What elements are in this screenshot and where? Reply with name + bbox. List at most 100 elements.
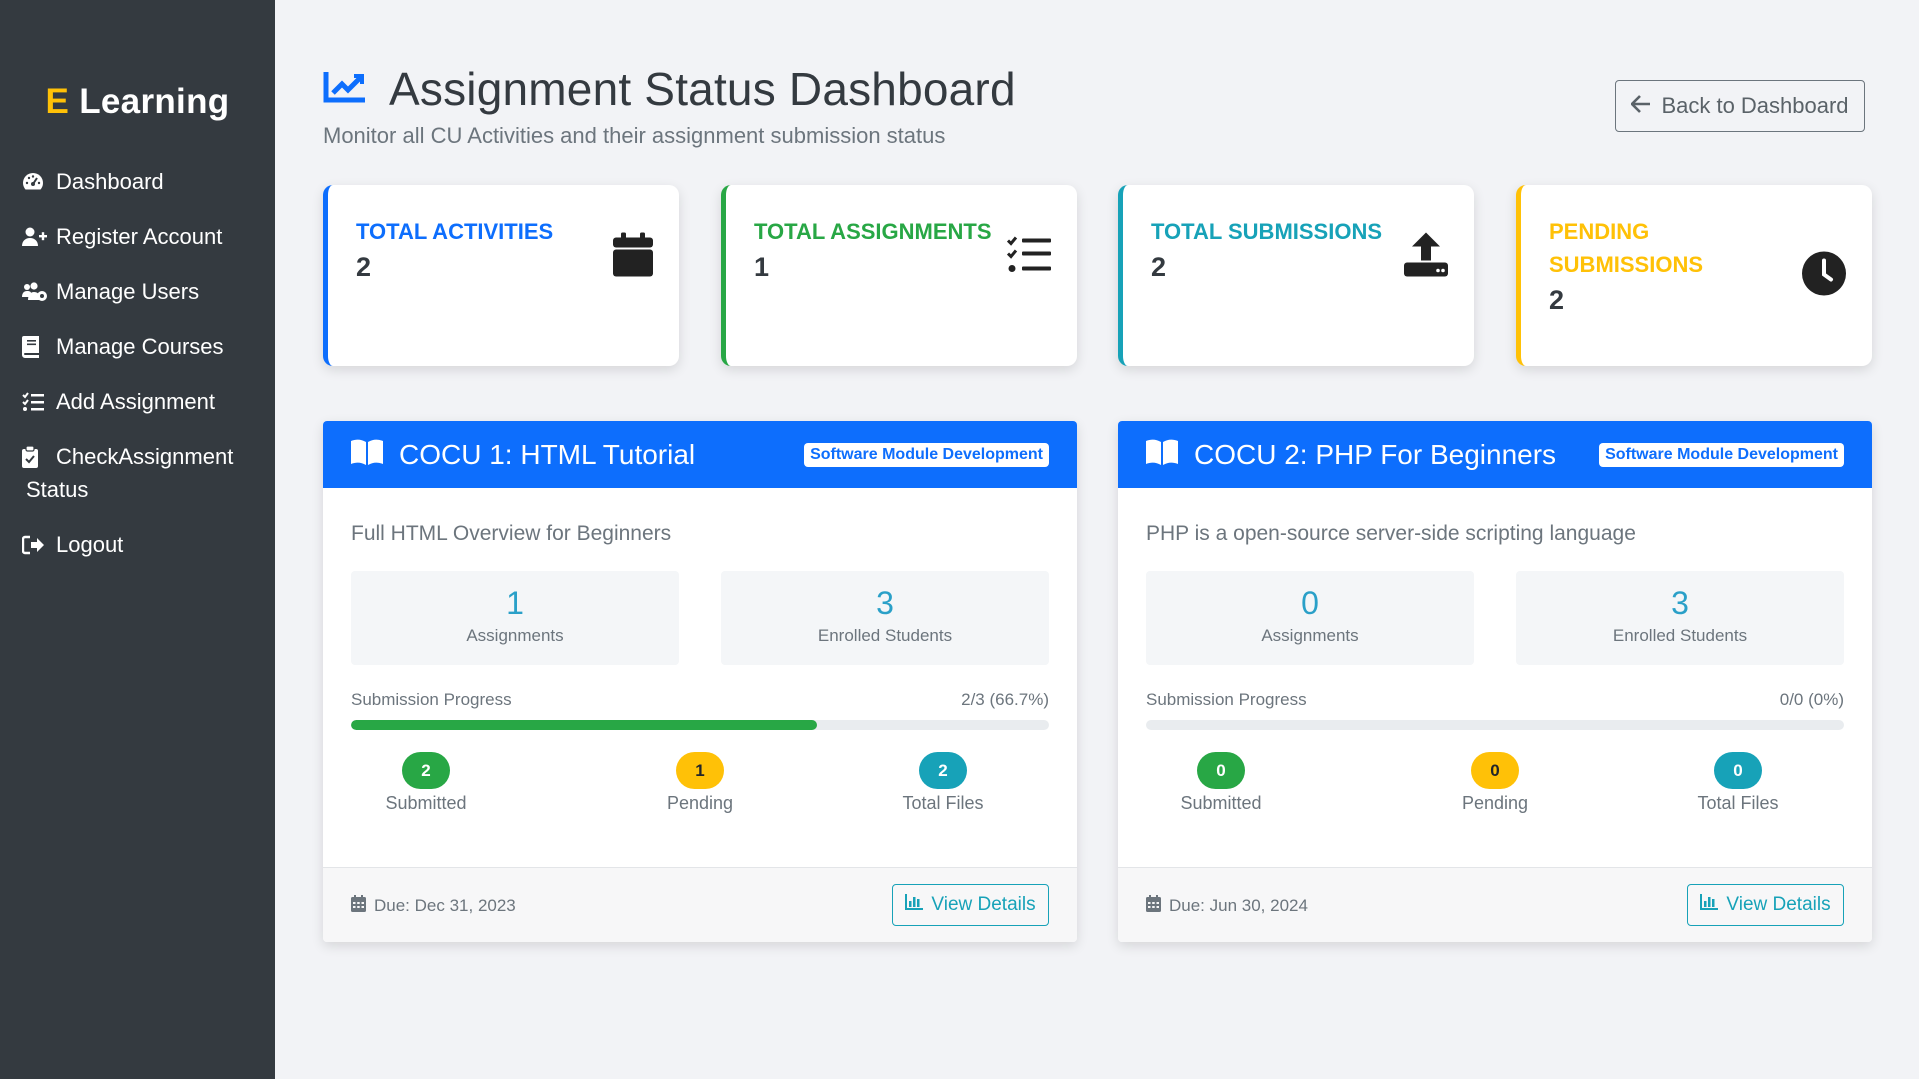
upload-icon <box>1404 232 1448 282</box>
book-open-icon <box>351 439 383 470</box>
sidebar-nav: Dashboard Register Account Manage Users … <box>22 165 265 583</box>
sidebar-item-manage-users[interactable]: Manage Users <box>22 275 265 308</box>
pending-label: Pending <box>666 793 734 813</box>
assignments-label: Assignments <box>1261 626 1359 645</box>
brand-name: Learning <box>79 82 230 121</box>
tachometer-icon <box>22 165 52 198</box>
progress-bar-fill <box>351 720 817 730</box>
sidebar-item-add-assignment[interactable]: Add Assignment <box>22 385 265 418</box>
course-title: COCU 1: HTML Tutorial <box>399 438 696 470</box>
pending-stat: 1 Pending <box>640 752 760 814</box>
users-cog-icon <box>22 275 52 308</box>
sidebar-item-register-account[interactable]: Register Account <box>22 220 265 253</box>
stat-card-total-activities: Total Activities 2 <box>323 185 679 366</box>
calendar-alt-icon <box>1146 895 1161 917</box>
sidebar-item-label: Register Account <box>56 224 223 249</box>
sidebar-item-dashboard[interactable]: Dashboard <box>22 165 265 198</box>
total-files-count-badge: 2 <box>919 752 967 789</box>
course-card-header: COCU 1: HTML Tutorial Software Module De… <box>323 421 1077 488</box>
enrolled-count: 3 <box>1671 585 1689 621</box>
sidebar-item-label: Logout <box>56 532 124 557</box>
course-title: COCU 2: PHP For Beginners <box>1194 438 1557 470</box>
enrolled-label: Enrolled Students <box>1612 626 1748 645</box>
course-category-badge: Software Module Development <box>804 443 1049 467</box>
enrolled-count-box: 3 Enrolled Students <box>1516 571 1844 665</box>
bar-chart-icon <box>905 894 924 916</box>
course-description: Full HTML Overview for Beginners <box>351 522 672 545</box>
submitted-count-badge: 2 <box>402 752 450 789</box>
view-details-label: View Details <box>931 894 1036 915</box>
total-files-label: Total Files <box>902 793 984 813</box>
page-header: Assignment Status Dashboard <box>323 62 1016 116</box>
progress-value: 0/0 (0%) <box>1779 690 1844 709</box>
enrolled-label: Enrolled Students <box>817 626 953 645</box>
pending-count-badge: 0 <box>1471 752 1519 789</box>
progress-label: Submission Progress <box>351 690 512 709</box>
due-date-text: Due: Dec 31, 2023 <box>374 896 516 915</box>
sidebar: E Learning Dashboard Register Account Ma… <box>0 0 275 1079</box>
total-files-count-badge: 0 <box>1714 752 1762 789</box>
back-button-label: Back to Dashboard <box>1661 93 1849 118</box>
pending-count-badge: 1 <box>676 752 724 789</box>
submitted-stat: 0 Submitted <box>1161 752 1281 814</box>
page-subtitle: Monitor all CU Activities and their assi… <box>323 123 946 148</box>
sidebar-item-label: Manage Courses <box>56 334 224 359</box>
course-card: COCU 2: PHP For Beginners Software Modul… <box>1118 421 1872 942</box>
total-files-label: Total Files <box>1697 793 1779 813</box>
tasks-list-icon <box>1006 236 1051 279</box>
submitted-label: Submitted <box>385 793 467 813</box>
due-date-text: Due: Jun 30, 2024 <box>1169 896 1308 915</box>
stat-card-pending-submissions: Pending Submissions 2 <box>1516 185 1872 366</box>
enrolled-count-box: 3 Enrolled Students <box>721 571 1049 665</box>
book-icon <box>22 330 52 363</box>
back-to-dashboard-button[interactable]: Back to Dashboard <box>1615 80 1865 132</box>
sidebar-item-manage-courses[interactable]: Manage Courses <box>22 330 265 363</box>
submitted-stat: 2 Submitted <box>366 752 486 814</box>
user-plus-icon <box>22 220 52 253</box>
brand-logo[interactable]: E Learning <box>0 82 275 122</box>
page-title: Assignment Status Dashboard <box>389 63 1016 115</box>
main-content: Assignment Status Dashboard Monitor all … <box>275 0 1919 1079</box>
total-files-stat: 2 Total Files <box>883 752 1003 814</box>
assignments-count-box: 0 Assignments <box>1146 571 1474 665</box>
stat-label: Total Activities <box>356 219 554 244</box>
sidebar-item-label: Dashboard <box>56 169 164 194</box>
course-card-footer: Due: Dec 31, 2023 View Details <box>323 867 1077 942</box>
submitted-count-badge: 0 <box>1197 752 1245 789</box>
course-description: PHP is a open-source server-side scripti… <box>1146 522 1636 545</box>
stat-card-total-assignments: Total Assignments 1 <box>721 185 1077 366</box>
book-open-icon <box>1146 439 1178 470</box>
sidebar-item-label: Add Assignment <box>56 389 215 414</box>
brand-e: E <box>45 82 70 121</box>
view-details-label: View Details <box>1726 894 1831 915</box>
total-files-stat: 0 Total Files <box>1678 752 1798 814</box>
course-category-badge: Software Module Development <box>1599 443 1844 467</box>
submitted-label: Submitted <box>1180 793 1262 813</box>
progress-bar <box>1146 720 1844 730</box>
sidebar-item-logout[interactable]: Logout <box>22 528 265 561</box>
chart-line-icon <box>323 70 367 109</box>
course-card-footer: Due: Jun 30, 2024 View Details <box>1118 867 1872 942</box>
sidebar-item-label: CheckAssignment Status <box>26 444 234 502</box>
course-card-header: COCU 2: PHP For Beginners Software Modul… <box>1118 421 1872 488</box>
arrow-left-icon <box>1630 93 1651 119</box>
assignments-count: 0 <box>1301 585 1319 621</box>
view-details-button[interactable]: View Details <box>1687 884 1844 926</box>
bar-chart-icon <box>1700 894 1719 916</box>
enrolled-count: 3 <box>876 585 894 621</box>
clock-icon <box>1802 251 1846 300</box>
progress-bar <box>351 720 1049 730</box>
calendar-alt-icon <box>351 895 366 917</box>
stat-label: Pending Submissions <box>1549 219 1704 277</box>
due-date: Due: Jun 30, 2024 <box>1146 895 1308 917</box>
sidebar-item-label: Manage Users <box>56 279 200 304</box>
view-details-button[interactable]: View Details <box>892 884 1049 926</box>
stat-card-total-submissions: Total Submissions 2 <box>1118 185 1474 366</box>
pending-stat: 0 Pending <box>1435 752 1555 814</box>
assignments-count: 1 <box>506 585 524 621</box>
assignments-label: Assignments <box>466 626 564 645</box>
sidebar-item-check-assignment-status[interactable]: CheckAssignment Status <box>22 440 265 506</box>
sign-out-icon <box>22 528 52 561</box>
calendar-icon <box>613 232 653 282</box>
stat-value: 2 <box>356 252 372 282</box>
